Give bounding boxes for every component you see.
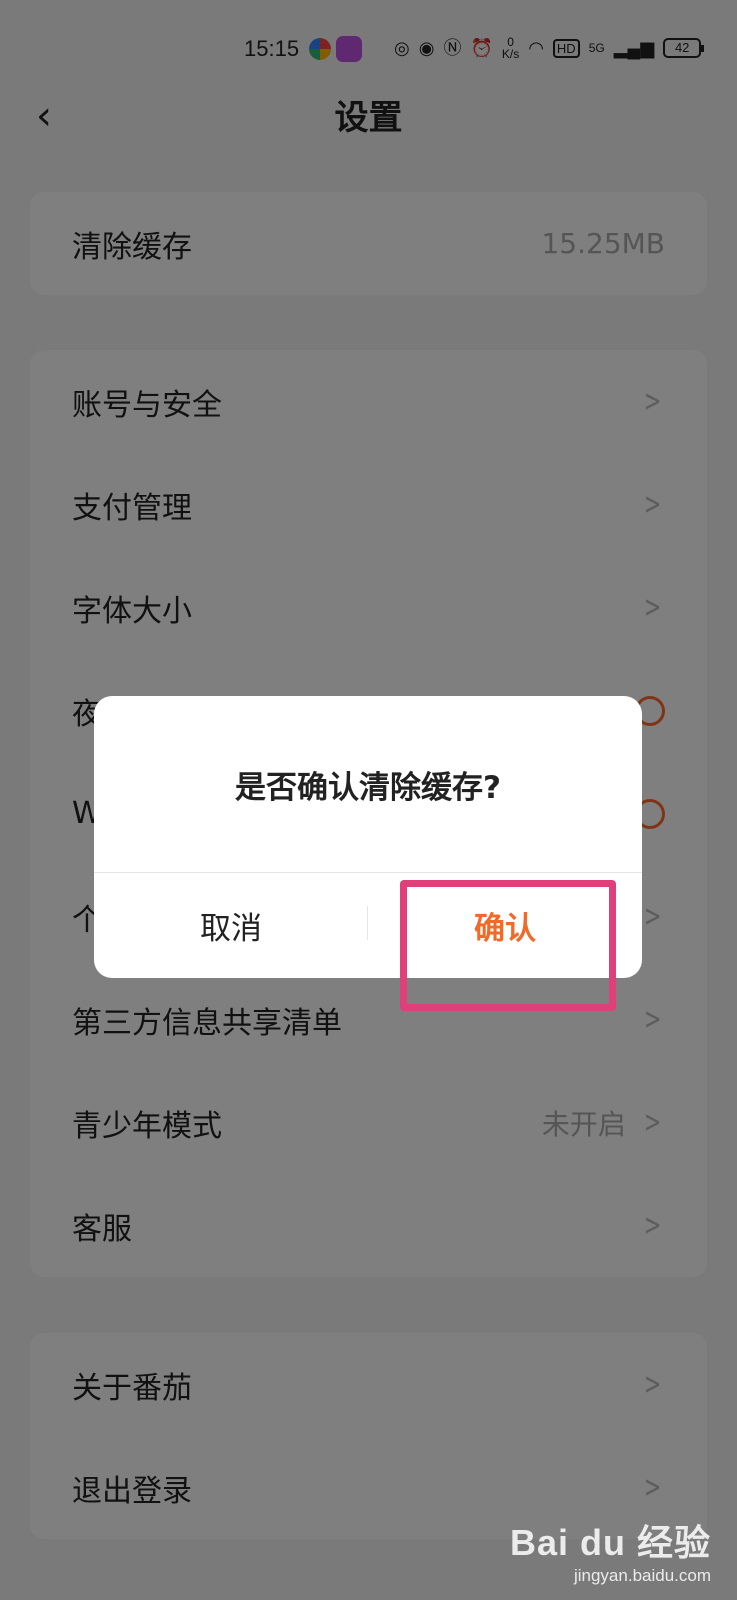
cancel-button[interactable]: 取消	[94, 873, 368, 978]
watermark-url: jingyan.baidu.com	[573, 1566, 711, 1585]
watermark-logo: Bai du 经验	[509, 1522, 711, 1563]
dialog-message: 是否确认清除缓存?	[235, 769, 501, 806]
watermark: Bai du 经验 jingyan.baidu.com	[510, 1514, 711, 1586]
highlight-annotation	[400, 880, 616, 1011]
